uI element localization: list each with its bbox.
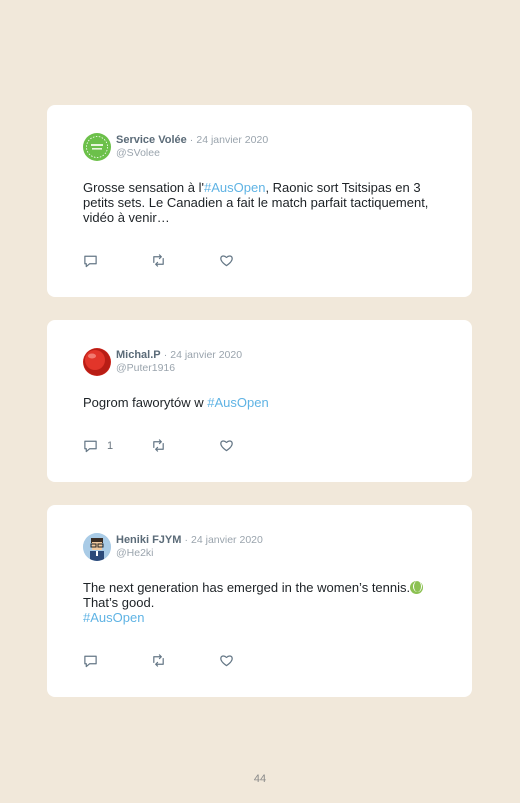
like-button[interactable]	[219, 653, 287, 668]
tweet-actions	[83, 653, 287, 668]
reply-icon	[84, 655, 97, 668]
like-icon	[220, 440, 233, 452]
pixel-character-avatar-icon	[83, 533, 111, 561]
user-name[interactable]: Heniki FJYM	[116, 534, 181, 546]
retweet-icon	[153, 654, 164, 667]
avatar[interactable]	[83, 348, 111, 376]
retweet-icon	[153, 439, 164, 452]
user-name[interactable]: Michal.P	[116, 349, 161, 361]
hashtag-link[interactable]: #AusOpen	[83, 610, 453, 625]
user-handle[interactable]: @He2ki	[116, 547, 263, 560]
retweet-button[interactable]	[151, 438, 219, 453]
like-icon	[220, 255, 233, 267]
tweet-text: Pogrom faworytów w #AusOpen	[83, 395, 453, 410]
hashtag-link[interactable]: #AusOpen	[204, 180, 265, 195]
tweet-header: Heniki FJYM · 24 janvier 2020 @He2ki	[83, 533, 263, 561]
tweet-actions	[83, 253, 287, 268]
reply-button[interactable]	[83, 253, 151, 268]
tweet-card[interactable]: Heniki FJYM · 24 janvier 2020 @He2ki The…	[47, 505, 472, 697]
retweet-button[interactable]	[151, 253, 219, 268]
tweet-line: The next generation has emerged in the w…	[83, 580, 453, 595]
tennis-ball-emoji-icon	[410, 581, 424, 594]
reply-icon	[84, 440, 97, 453]
tweet-date[interactable]: 24 janvier 2020	[191, 534, 263, 546]
like-button[interactable]	[219, 438, 287, 453]
reply-button[interactable]	[83, 653, 151, 668]
tweet-line: That’s good.	[83, 595, 155, 610]
avatar[interactable]	[83, 533, 111, 561]
user-handle[interactable]: @SVolee	[116, 147, 268, 160]
like-icon	[220, 655, 233, 667]
user-name[interactable]: Service Volée	[116, 134, 187, 146]
hashtag-link[interactable]: #AusOpen	[207, 395, 268, 410]
user-handle[interactable]: @Puter1916	[116, 362, 242, 375]
retweet-icon	[153, 254, 164, 267]
tweet-text-part: Grosse sensation à l'	[83, 180, 204, 195]
tweet-date[interactable]: 24 janvier 2020	[196, 134, 268, 146]
reply-button[interactable]: 1	[83, 438, 151, 453]
red-ball-avatar-icon	[83, 348, 111, 376]
retweet-button[interactable]	[151, 653, 219, 668]
tweet-card[interactable]: Service Volée · 24 janvier 2020 @SVolee …	[47, 105, 472, 297]
tweet-date[interactable]: 24 janvier 2020	[170, 349, 242, 361]
tweet-text: Grosse sensation à l'#AusOpen, Raonic so…	[83, 180, 453, 225]
tweet-card[interactable]: Michal.P · 24 janvier 2020 @Puter1916 Po…	[47, 320, 472, 482]
separator: ·	[189, 134, 194, 146]
reply-count: 1	[107, 439, 114, 452]
tweet-text: The next generation has emerged in the w…	[83, 580, 453, 625]
reply-icon	[84, 255, 97, 268]
service-volee-logo-icon	[84, 134, 110, 160]
avatar[interactable]	[83, 133, 111, 161]
separator: ·	[184, 534, 188, 546]
separator: ·	[163, 349, 168, 361]
tweet-header: Service Volée · 24 janvier 2020 @SVolee	[83, 133, 268, 161]
page-number: 44	[253, 773, 267, 785]
tweet-actions: 1	[83, 438, 287, 453]
like-button[interactable]	[219, 253, 287, 268]
tweet-header: Michal.P · 24 janvier 2020 @Puter1916	[83, 348, 242, 376]
tweet-text-part: Pogrom faworytów w	[83, 395, 208, 410]
tweet-text-part: The next generation has emerged in the w…	[83, 580, 411, 595]
